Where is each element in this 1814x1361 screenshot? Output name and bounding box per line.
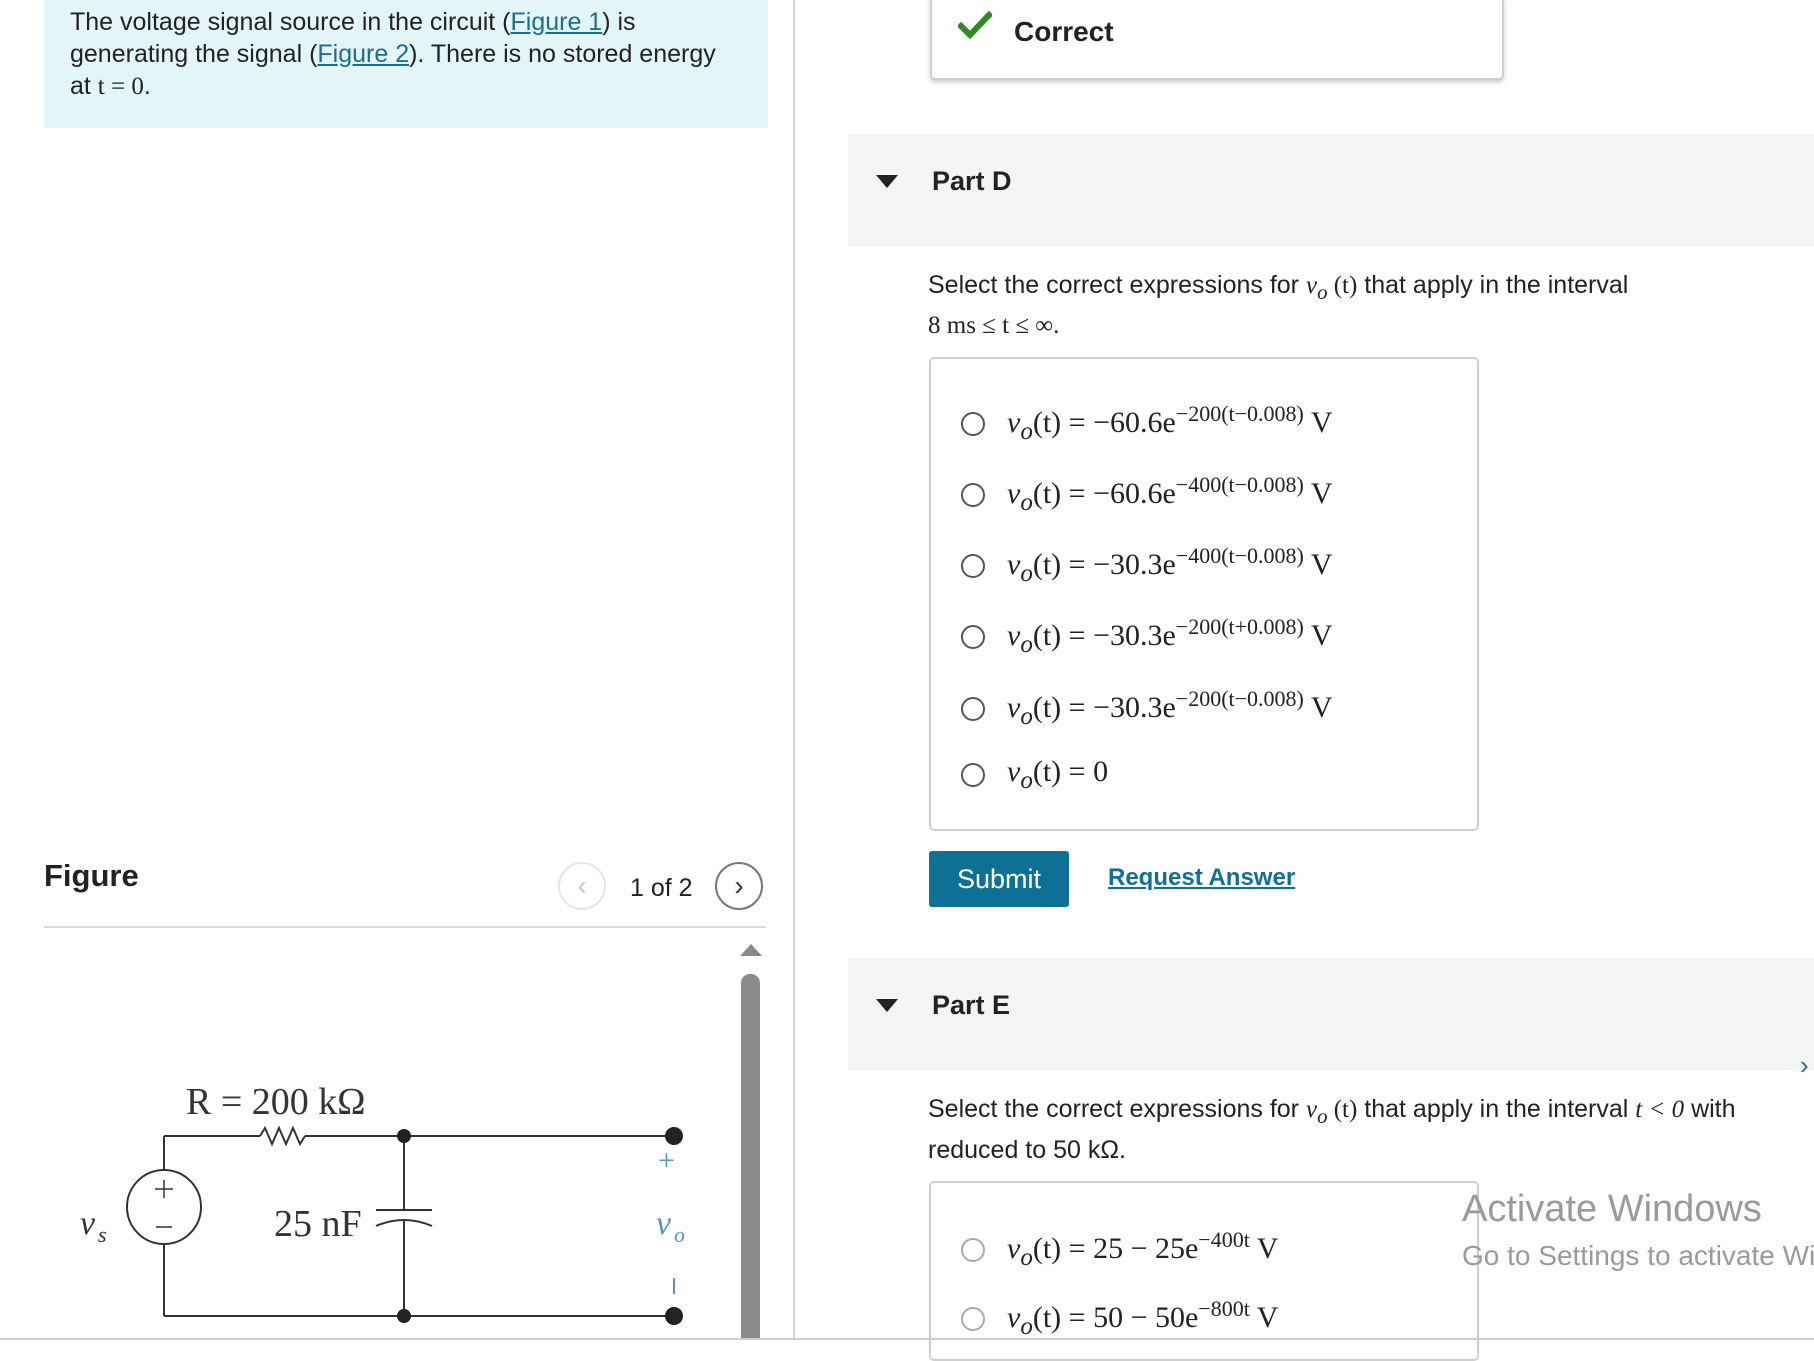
source-subscript: s — [98, 1222, 107, 1247]
chevron-left-icon: ‹ — [577, 870, 587, 901]
figure-2-link[interactable]: Figure 2 — [317, 40, 409, 68]
resistor-label: R = 200 kΩ — [186, 1081, 366, 1123]
option-radio-2[interactable]: vo(t) = 50 − 50e−800t V — [961, 1296, 1278, 1341]
chevron-icon: › — [1800, 1050, 1809, 1080]
question-text-end: with — [1684, 1095, 1736, 1123]
option-radio-3[interactable]: vo(t) = −30.3e−400(t−0.008) V — [961, 543, 1333, 588]
option-radio-6[interactable]: vo(t) = 0 — [961, 755, 1108, 795]
part-d-title: Part D — [932, 166, 1012, 196]
output-terminal — [665, 1307, 683, 1325]
part-e-header[interactable]: Part E — [848, 958, 1814, 1070]
part-e-question: Select the correct expressions for vo (t… — [928, 1092, 1736, 1167]
radio-button[interactable] — [961, 1237, 985, 1262]
question-arg: (t) — [1327, 1096, 1358, 1123]
junction-node — [397, 1129, 411, 1143]
radio-button[interactable] — [961, 1306, 985, 1331]
intro-math: t = 0 — [97, 73, 144, 100]
question-text-mid: that apply in the interval — [1357, 271, 1629, 299]
output-plus: + — [658, 1144, 675, 1177]
scroll-up-arrow-icon[interactable] — [740, 944, 762, 956]
submit-button[interactable]: Submit — [929, 851, 1069, 907]
radio-button[interactable] — [961, 482, 985, 507]
part-d-header[interactable]: Part D — [848, 134, 1814, 246]
radio-button[interactable] — [961, 763, 985, 787]
figure-1-link[interactable]: Figure 1 — [511, 8, 603, 36]
part-e-title: Part E — [932, 990, 1011, 1020]
question-condition: t < 0 — [1635, 1096, 1685, 1123]
activate-windows-subtitle: Go to Settings to activate Windows. — [1462, 1240, 1814, 1271]
junction-node — [397, 1309, 411, 1323]
question-text-mid: that apply in the interval — [1357, 1095, 1636, 1123]
question-arg: (t) — [1327, 272, 1358, 299]
radio-button[interactable] — [961, 411, 985, 436]
checkmark-icon — [958, 10, 992, 40]
question-var: v — [1305, 272, 1318, 299]
question-text: Select the correct expressions for — [928, 271, 1306, 299]
chevron-right-icon: › — [734, 870, 744, 901]
option-radio-1[interactable]: vo(t) = 25 − 25e−400t V — [961, 1227, 1278, 1272]
question-sub: o — [1317, 280, 1328, 304]
question-var: v — [1305, 1096, 1318, 1123]
output-label: v — [656, 1205, 672, 1242]
part-d-question: Select the correct expressions for vo (t… — [928, 268, 1628, 343]
question-text: Select the correct expressions for — [928, 1095, 1306, 1123]
request-answer-link[interactable]: Request Answer — [1108, 864, 1295, 892]
part-e-options: vo(t) = 25 − 25e−400t V vo(t) = 50 − 50e… — [929, 1181, 1479, 1361]
output-terminal — [665, 1127, 683, 1145]
figure-heading: Figure — [44, 858, 139, 893]
next-figure-button[interactable]: › — [715, 862, 763, 910]
option-radio-1[interactable]: vo(t) = −60.6e−200(t−0.008) V — [961, 401, 1333, 446]
figure-divider — [44, 926, 766, 928]
previous-figure-button[interactable]: ‹ — [558, 862, 606, 910]
option-radio-5[interactable]: vo(t) = −30.3e−200(t−0.008) V — [961, 686, 1333, 731]
intro-text-1: The voltage signal source in the circuit… — [70, 8, 511, 36]
intro-text-4: . — [143, 72, 151, 100]
radio-button[interactable] — [961, 553, 985, 578]
correct-label: Correct — [1014, 16, 1114, 47]
caret-down-icon — [876, 999, 898, 1012]
source-label: v — [80, 1205, 96, 1242]
interval-expression: 8 ms ≤ t ≤ ∞. — [928, 312, 1060, 339]
activate-windows-title: Activate Windows — [1462, 1188, 1762, 1230]
part-d-options: vo(t) = −60.6e−200(t−0.008) V vo(t) = −6… — [929, 357, 1479, 831]
capacitor-label: 25 nF — [274, 1203, 362, 1245]
option-radio-4[interactable]: vo(t) = −30.3e−200(t+0.008) V — [961, 614, 1333, 659]
circuit-diagram: R = 200 kΩ 25 nF v s + v o — [80, 1081, 685, 1325]
radio-button[interactable] — [961, 696, 985, 721]
caret-down-icon — [876, 175, 898, 188]
problem-statement: The voltage signal source in the circuit… — [44, 0, 768, 128]
question-line-2: reduced to 50 kΩ. — [928, 1136, 1126, 1164]
option-radio-2[interactable]: vo(t) = −60.6e−400(t−0.008) V — [961, 472, 1333, 517]
output-subscript: o — [674, 1222, 685, 1247]
figure-scrollbar-thumb[interactable] — [741, 974, 760, 1340]
question-sub: o — [1317, 1104, 1328, 1128]
correct-feedback: Correct — [930, 0, 1504, 80]
panel-divider[interactable] — [793, 0, 795, 1340]
radio-button[interactable] — [961, 624, 985, 649]
figure-page-indicator: 1 of 2 — [630, 874, 693, 902]
